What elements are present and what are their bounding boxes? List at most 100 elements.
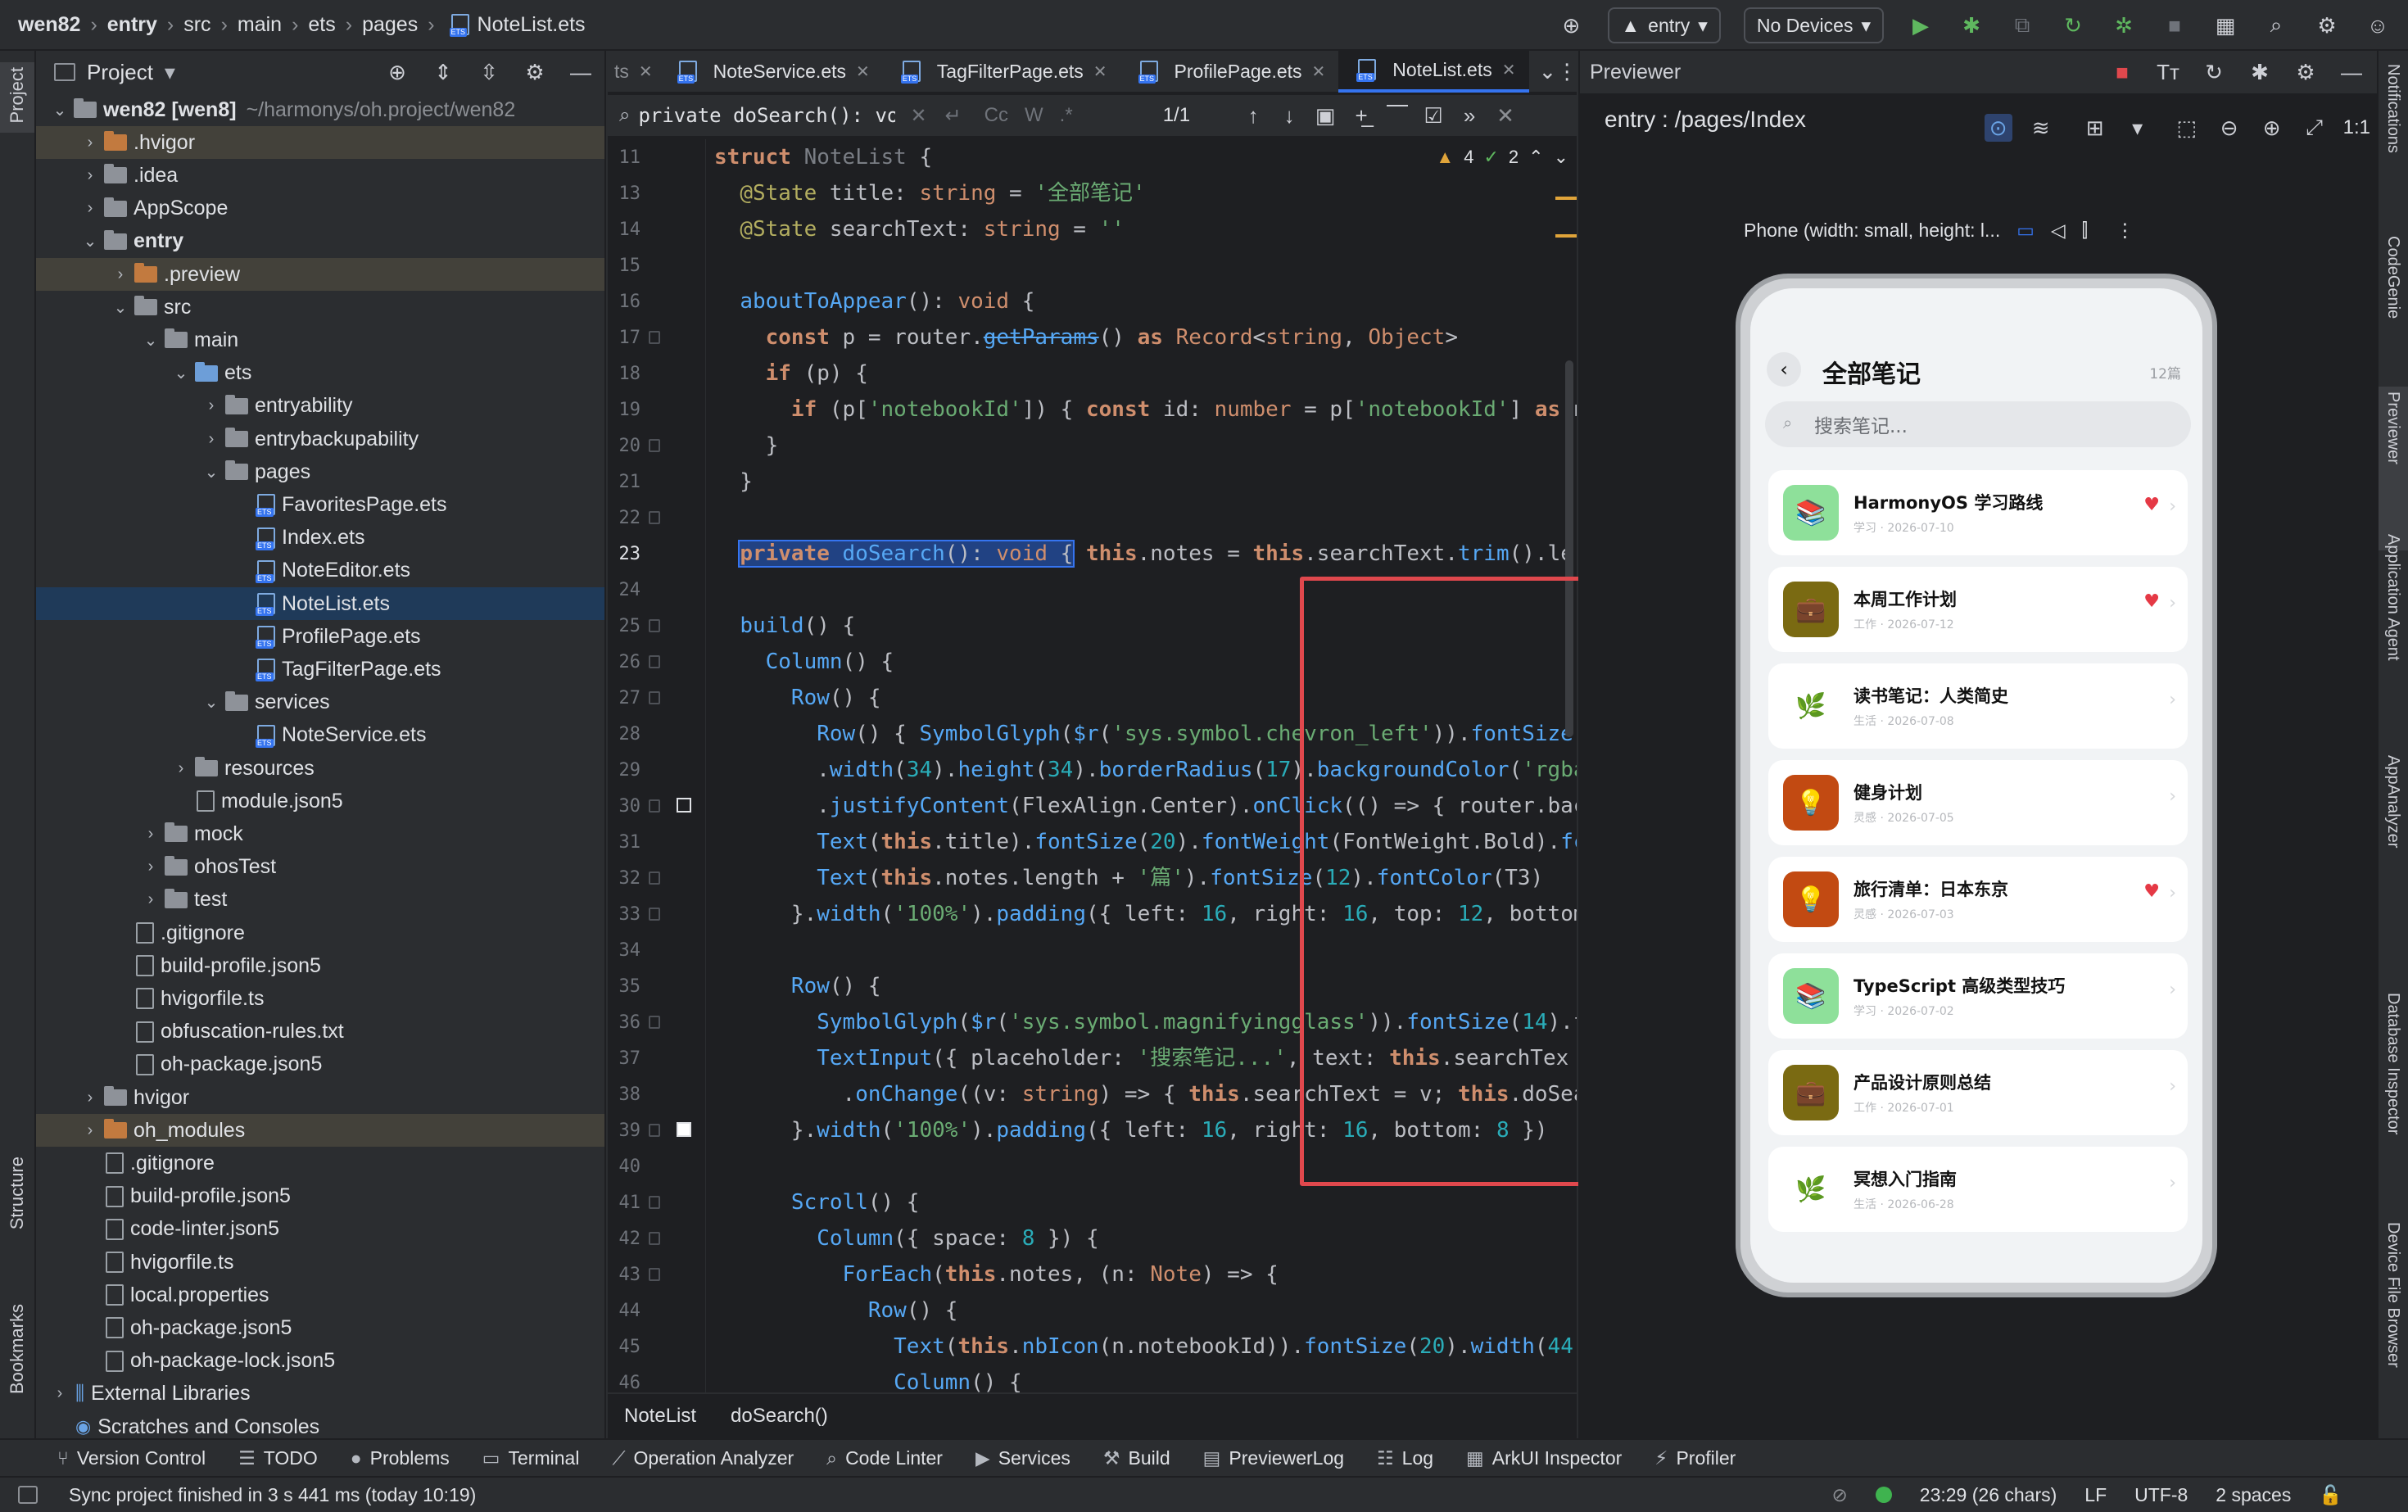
note-card[interactable]: 🌿 冥想入门指南 生活 · 2026-06-28 › [1768,1147,2188,1232]
tool-window-version-control[interactable]: ⑂ Version Control [57,1447,206,1469]
code-line[interactable]: Row() { [714,1292,958,1329]
tree-item[interactable]: › ⫼ External Libraries [36,1378,604,1410]
breadcrumb-src[interactable]: src [183,13,210,37]
filter-options-icon[interactable]: ☑ [1419,102,1447,129]
breadcrumb-pages[interactable]: pages [362,13,418,37]
structure-tool-label[interactable]: Structure [7,1157,28,1229]
tree-item[interactable]: ⌄ services [36,686,604,719]
tree-item[interactable]: › mock [36,817,604,850]
fold-marker-icon[interactable] [649,908,660,921]
tool-window-profiler[interactable]: ⚡ Profiler [1654,1447,1736,1469]
component-mode-icon[interactable]: ⊙ [1984,114,2012,142]
note-card[interactable]: 💼 本周工作计划 工作 · 2026-07-12 ♥ › [1768,567,2188,652]
tree-item[interactable]: › .hvigor [36,126,604,160]
tab-tagfilterpage[interactable]: TagFilterPage.ets ✕ [883,50,1120,93]
tree-item[interactable]: oh-package-lock.json5 [36,1345,604,1378]
zoom-ratio[interactable]: 1:1 [2343,116,2370,139]
tab-truncated[interactable]: ts ✕ [608,50,659,93]
tree-item[interactable]: ProfilePage.ets [36,620,604,653]
chevron-right-icon[interactable]: › [202,430,220,449]
codegenie-tool-label[interactable]: CodeGenie [2383,236,2402,319]
hide-panel-icon[interactable]: — [567,58,595,86]
code-line[interactable]: private doSearch(): void { this.notes = … [714,536,1577,572]
device-file-browser-tool-label[interactable]: Device File Browser [2383,1222,2402,1368]
chevron-down-icon[interactable]: ▾ [165,60,175,85]
more-options-icon[interactable]: ⋮ [2116,220,2134,242]
chevron-down-icon[interactable]: ▾ [2124,114,2152,142]
tool-window-operation-analyzer[interactable]: ⟋ Operation Analyzer [612,1447,794,1469]
tree-item[interactable]: .gitignore [36,1147,604,1179]
target-icon[interactable]: ⊕ [1557,11,1585,39]
breadcrumb-project[interactable]: wen82 [18,13,80,37]
replace-toggle-icon[interactable]: +̲ [1347,102,1375,129]
code-line[interactable]: ForEach(this.notes, (n: Note) => { [714,1256,1279,1292]
tree-item[interactable]: › .idea [36,159,604,192]
code-line[interactable]: Scroll() { [714,1184,920,1220]
breadcrumb-entry[interactable]: entry [107,13,157,37]
bookmarks-tool-label[interactable]: Bookmarks [7,1304,28,1394]
fold-marker-icon[interactable] [649,1124,660,1137]
application-agent-tool-label[interactable]: Application Agent [2383,534,2402,661]
chevron-left-icon[interactable]: ‹ [1767,352,1801,387]
tool-window-problems[interactable]: ● Problems [351,1447,450,1469]
next-match-icon[interactable]: ↓ [1275,102,1303,129]
tabs-dropdown-icon[interactable]: ⌄ [1539,57,1557,85]
tree-item[interactable]: › entryability [36,390,604,423]
tool-window-services[interactable]: ▶ Services [975,1447,1070,1469]
tool-window-previewer-log[interactable]: ▤ PreviewerLog [1203,1447,1344,1469]
fold-marker-icon[interactable] [649,691,660,704]
clear-icon[interactable]: ✕ [910,104,926,128]
code-line[interactable]: aboutToAppear(): void { [714,283,1034,319]
minimize-icon[interactable]: — [2338,58,2365,86]
fold-marker-icon[interactable] [649,871,660,885]
stop-preview-icon[interactable]: ■ [2108,58,2136,86]
note-card[interactable]: 💡 健身计划 灵感 · 2026-07-05 › [1768,760,2188,845]
close-icon[interactable]: ✕ [1312,61,1326,82]
code-line[interactable]: build() { [714,608,855,644]
fold-device-icon[interactable]: ⫿ [2082,220,2088,242]
device-selector[interactable]: No Devices ▾ [1743,7,1884,43]
chevron-right-icon[interactable]: › [81,134,99,152]
note-card[interactable]: 📚 TypeScript 高级类型技巧 学习 · 2026-07-02 › [1768,953,2188,1039]
chevron-right-icon[interactable]: › [81,1089,99,1107]
tree-item[interactable]: TagFilterPage.ets [36,653,604,686]
profile-icon[interactable]: ✲ [2110,11,2138,39]
font-size-icon[interactable]: Tт [2154,58,2182,86]
heart-icon[interactable]: ♥ [2143,495,2160,515]
code-line[interactable]: } [714,464,753,500]
tool-window-terminal[interactable]: ▭ Terminal [482,1447,580,1469]
preview-route[interactable]: entry : /pages/Index [1605,106,1806,133]
tree-item[interactable]: NoteList.ets [36,587,604,620]
code-line[interactable]: @State title: string = '全部笔记' [714,175,1145,211]
fit-icon[interactable]: ⬚ [2173,114,2201,142]
code-line[interactable]: if (p['notebookId']) { const id: number … [714,392,1577,428]
attach-debugger-icon[interactable]: ⧉ [2008,11,2036,39]
tree-item[interactable]: .gitignore [36,917,604,949]
expand-all-icon[interactable]: ⇕ [429,58,457,86]
search-input[interactable]: ⌕ 搜索笔记... [1765,401,2191,447]
run-config-selector[interactable]: ▲ entry ▾ [1608,7,1721,43]
code-line[interactable]: } [714,428,779,464]
tool-window-log[interactable]: ☷ Log [1377,1447,1433,1469]
fold-marker-icon[interactable] [649,1196,660,1209]
tool-window-build[interactable]: ⚒ Build [1103,1447,1170,1469]
tree-item[interactable]: oh-package.json5 [36,1311,604,1344]
file-encoding[interactable]: UTF-8 [2134,1484,2188,1506]
prev-problem-icon[interactable]: ⌃ [1528,147,1543,168]
tree-item[interactable]: Index.ets [36,522,604,555]
zoom-out-icon[interactable]: ⊖ [2216,114,2243,142]
tree-item[interactable]: ◉ Scratches and Consoles [36,1410,604,1438]
chevron-right-icon[interactable]: › [142,858,160,876]
tree-item[interactable]: oh-package.json5 [36,1048,604,1081]
more-chevron-icon[interactable]: » [1455,102,1483,129]
account-icon[interactable]: ☺ [2364,11,2392,39]
note-card[interactable]: 💡 旅行清单：日本东京 灵感 · 2026-07-03 ♥ › [1768,857,2188,942]
tree-item[interactable]: build-profile.json5 [36,949,604,982]
layers-icon[interactable]: ≋ [2027,114,2055,142]
select-all-occurrences-icon[interactable]: ▣ [1311,102,1339,129]
code-line[interactable]: Row() { [714,968,881,1004]
device-manager-icon[interactable]: ▦ [2211,11,2239,39]
chevron-down-icon[interactable]: ⌄ [111,297,129,318]
fold-marker-icon[interactable] [649,331,660,344]
note-card[interactable]: 📚 HarmonyOS 学习路线 学习 · 2026-07-10 ♥ › [1768,470,2188,555]
